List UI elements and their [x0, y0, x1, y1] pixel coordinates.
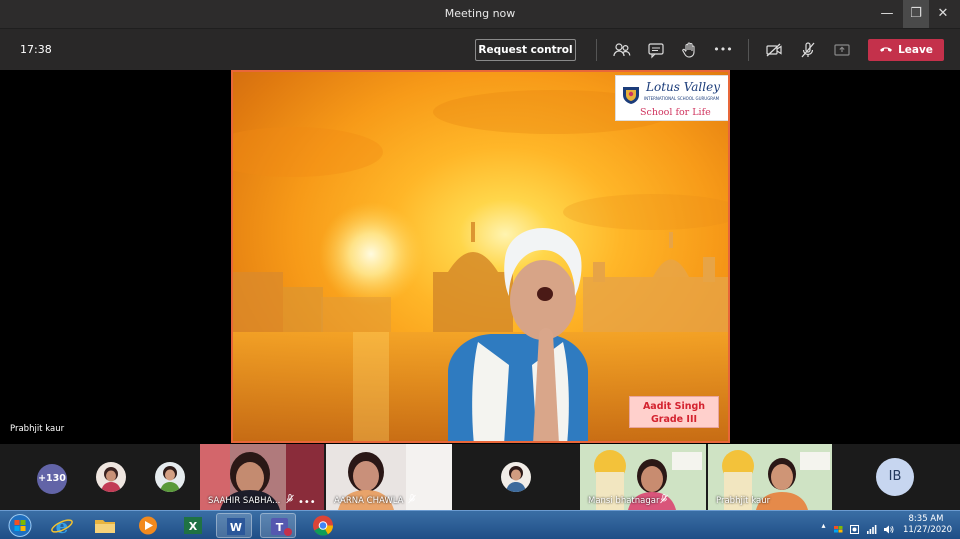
- meeting-stage: Lotus Valley INTERNATIONAL SCHOOL GURUGR…: [0, 70, 960, 444]
- internet-explorer-icon[interactable]: e: [44, 513, 80, 538]
- svg-text:X: X: [189, 520, 198, 533]
- participant-name: Mansi bhatnagar: [588, 496, 660, 506]
- raise-hand-icon[interactable]: [678, 39, 700, 61]
- school-crest-icon: [623, 87, 639, 104]
- more-options-icon[interactable]: •••: [712, 39, 734, 61]
- phone-hangup-icon: [880, 47, 893, 52]
- participant-tile[interactable]: AARNA CHAWLA: [326, 444, 452, 510]
- participant-more-icon[interactable]: •••: [298, 497, 316, 508]
- excel-icon[interactable]: X: [174, 513, 210, 538]
- minimize-button[interactable]: —: [874, 0, 900, 28]
- windows-start-icon[interactable]: [2, 513, 38, 538]
- leave-button[interactable]: Leave: [868, 39, 944, 61]
- security-icon[interactable]: [849, 520, 860, 534]
- mic-off-icon[interactable]: [797, 39, 819, 61]
- clock-date: 11/27/2020: [903, 525, 952, 535]
- close-button[interactable]: ✕: [930, 0, 956, 28]
- network-signal-icon[interactable]: [866, 520, 877, 534]
- mic-muted-icon: [286, 494, 294, 506]
- svg-text:e: e: [56, 514, 69, 538]
- student-name: Aadit Singh: [642, 401, 706, 412]
- presenter-name-label: Prabhjit kaur: [10, 424, 65, 434]
- toolbar-divider: [748, 39, 749, 61]
- flag-icon[interactable]: [833, 520, 844, 533]
- chrome-icon[interactable]: [305, 513, 341, 538]
- toolbar-divider: [596, 39, 597, 61]
- school-tagline: School for Life: [640, 107, 711, 118]
- participants-strip: +130 SAAHIR SABHA... ••• AARNA CHAWLA Ma…: [0, 444, 960, 510]
- word-icon[interactable]: W: [216, 513, 252, 538]
- student-grade: Grade III: [650, 414, 698, 425]
- chat-icon[interactable]: [645, 39, 667, 61]
- teams-icon[interactable]: T: [260, 513, 296, 538]
- svg-text:T: T: [276, 521, 284, 534]
- school-logo: Lotus Valley INTERNATIONAL SCHOOL GURUGR…: [615, 75, 728, 121]
- golden-temple-scene: [233, 90, 728, 441]
- participant-tile[interactable]: SAAHIR SABHA... •••: [200, 444, 324, 510]
- participant-avatar[interactable]: [96, 462, 126, 492]
- taskbar-clock[interactable]: 8:35 AM 11/27/2020: [903, 514, 952, 536]
- tray-expand-icon[interactable]: ▴: [818, 520, 829, 531]
- participant-tile[interactable]: Mansi bhatnagar: [580, 444, 706, 510]
- file-explorer-icon[interactable]: [87, 513, 123, 538]
- title-bar: Meeting now — ❐ ✕: [0, 0, 960, 28]
- presenter-video[interactable]: Lotus Valley INTERNATIONAL SCHOOL GURUGR…: [231, 70, 730, 443]
- meeting-timer: 17:38: [20, 43, 52, 56]
- windows-taskbar: e X W T ▴ 8:35 AM 11/27/2020: [0, 510, 960, 539]
- share-tray-icon[interactable]: [831, 39, 853, 61]
- meeting-toolbar: 17:38 Request control ••• Leave: [0, 28, 960, 70]
- self-initials-avatar[interactable]: IB: [876, 458, 914, 496]
- participants-icon[interactable]: [611, 39, 633, 61]
- participant-tile[interactable]: Prabhjit kaur: [708, 444, 832, 510]
- participant-avatar[interactable]: [501, 462, 531, 492]
- participant-avatar[interactable]: [155, 462, 185, 492]
- maximize-button[interactable]: ❐: [903, 0, 929, 28]
- media-player-icon[interactable]: [130, 513, 166, 538]
- school-subtitle: INTERNATIONAL SCHOOL GURUGRAM: [644, 96, 720, 101]
- more-participants-badge[interactable]: +130: [37, 464, 67, 494]
- participant-name: Prabhjit kaur: [716, 496, 771, 506]
- school-brand-name: Lotus Valley: [646, 80, 720, 94]
- svg-text:W: W: [230, 521, 242, 534]
- student-name-plate: Aadit Singh Grade III: [629, 396, 719, 428]
- camera-off-icon[interactable]: [763, 39, 785, 61]
- mic-muted-icon: [408, 494, 416, 506]
- clock-time: 8:35 AM: [908, 514, 944, 524]
- window-title: Meeting now: [444, 7, 516, 20]
- participant-name: SAAHIR SABHA...: [208, 496, 281, 506]
- volume-icon[interactable]: [883, 520, 894, 534]
- leave-button-label: Leave: [898, 44, 933, 56]
- teams-meeting-window: Meeting now — ❐ ✕ 17:38 Request control …: [0, 0, 960, 539]
- request-control-button[interactable]: Request control: [475, 39, 576, 61]
- participant-name: AARNA CHAWLA: [334, 496, 404, 506]
- mic-muted-icon: [660, 494, 668, 506]
